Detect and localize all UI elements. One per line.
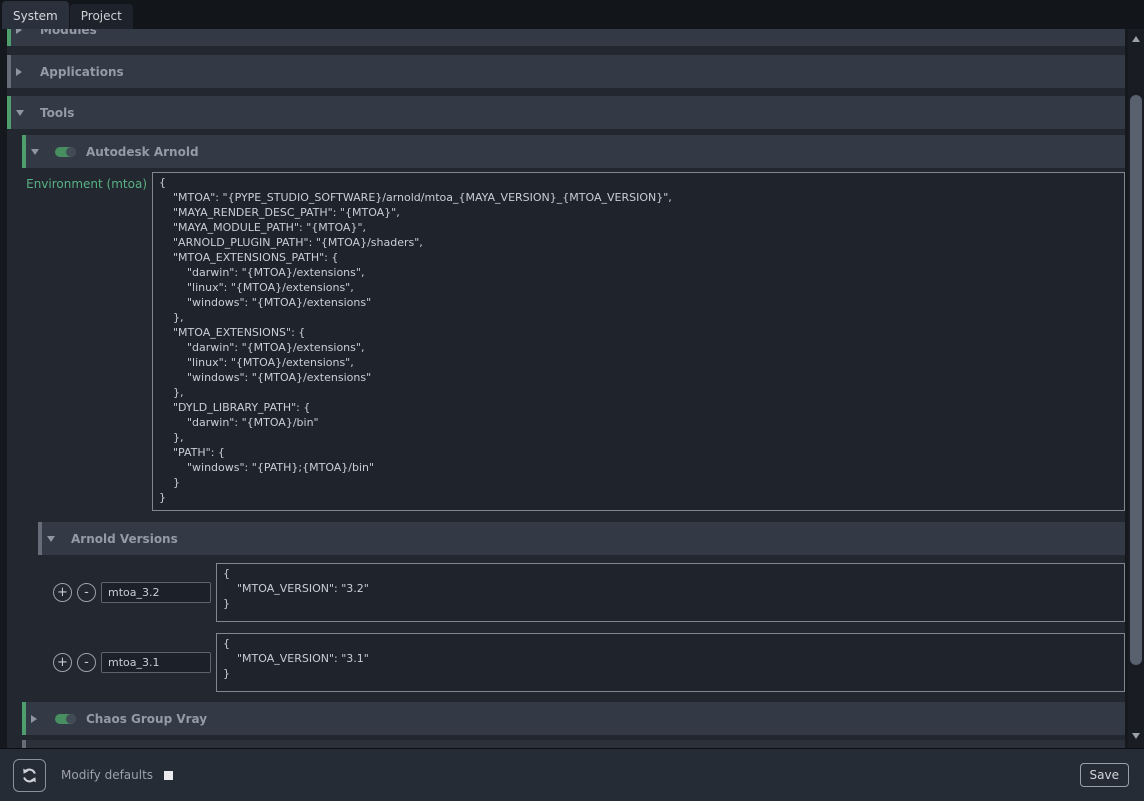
toggle-knob [66,147,76,157]
version-name-input[interactable] [101,582,211,603]
chevron-right-icon [16,68,28,76]
refresh-icon [20,766,39,785]
chevron-down-icon [47,536,59,542]
modified-indicator-bar [7,29,11,46]
tab-project[interactable]: Project [70,4,133,29]
subsection-header-autodesk-arnold[interactable]: Autodesk Arnold [22,135,1125,168]
unmodified-indicator-bar [7,55,11,88]
scrollbar-thumb[interactable] [1130,95,1142,665]
tab-bar: System Project [0,0,1144,29]
section-title-modules: Modules [40,29,97,37]
environment-label: Environment (mtoa) [7,172,147,511]
subsection-header-chaos-group-vray[interactable]: Chaos Group Vray [22,702,1125,735]
clipped-next-section-header[interactable] [22,740,1125,748]
chevron-down-icon [31,149,43,155]
section-title-applications: Applications [40,65,124,79]
version-json-textarea[interactable]: { "MTOA_VERSION": "3.2" } [216,563,1125,622]
refresh-button[interactable] [13,759,46,792]
scrollbar-down-button[interactable] [1128,729,1144,743]
add-version-button[interactable]: + [53,583,72,602]
remove-version-button[interactable]: - [77,583,96,602]
vertical-scrollbar [1128,29,1144,748]
version-row: + - { "MTOA_VERSION": "3.1" } [53,633,1125,692]
modified-indicator-bar [22,135,26,168]
section-title-tools: Tools [40,106,74,120]
modified-indicator-bar [22,702,26,735]
version-row: + - { "MTOA_VERSION": "3.2" } [53,563,1125,622]
scrollbar-up-button[interactable] [1128,32,1144,46]
modify-defaults-label: Modify defaults [61,768,153,782]
arnold-enabled-toggle[interactable] [55,147,76,157]
arrow-up-icon [1132,36,1140,42]
footer-bar: Modify defaults Save [0,748,1144,801]
section-header-applications[interactable]: Applications [7,55,1125,88]
settings-scroll-area: Modules Applications Tools Autodesk Arno… [0,29,1128,748]
unmodified-indicator-bar [38,522,42,555]
chevron-down-icon [16,110,28,116]
unmodified-indicator-bar [22,740,26,748]
subsection-header-arnold-versions[interactable]: Arnold Versions [38,522,1125,555]
subsection-title-arnold: Autodesk Arnold [86,145,199,159]
tab-system[interactable]: System [2,1,69,29]
remove-version-button[interactable]: - [77,653,96,672]
add-version-button[interactable]: + [53,653,72,672]
version-name-input[interactable] [101,652,211,673]
save-button[interactable]: Save [1080,763,1129,787]
environment-json-textarea[interactable]: { "MTOA": "{PYPE_STUDIO_SOFTWARE}/arnold… [152,172,1125,511]
toggle-knob [66,714,76,724]
arrow-down-icon [1132,733,1140,739]
modify-defaults-checkbox[interactable] [164,771,173,780]
vray-enabled-toggle[interactable] [55,714,76,724]
modified-indicator-bar [7,96,11,129]
section-header-modules[interactable]: Modules [7,29,1125,46]
chevron-right-icon [16,29,28,34]
subsection-title-arnold-versions: Arnold Versions [71,532,178,546]
subsection-title-vray: Chaos Group Vray [86,712,207,726]
section-header-tools[interactable]: Tools [7,96,1125,129]
chevron-right-icon [31,715,43,723]
version-json-textarea[interactable]: { "MTOA_VERSION": "3.1" } [216,633,1125,692]
settings-content: Modules Applications Tools Autodesk Arno… [7,29,1125,748]
environment-row: Environment (mtoa) { "MTOA": "{PYPE_STUD… [7,172,1125,511]
settings-window: System Project Modules Applications Tool… [0,0,1144,29]
